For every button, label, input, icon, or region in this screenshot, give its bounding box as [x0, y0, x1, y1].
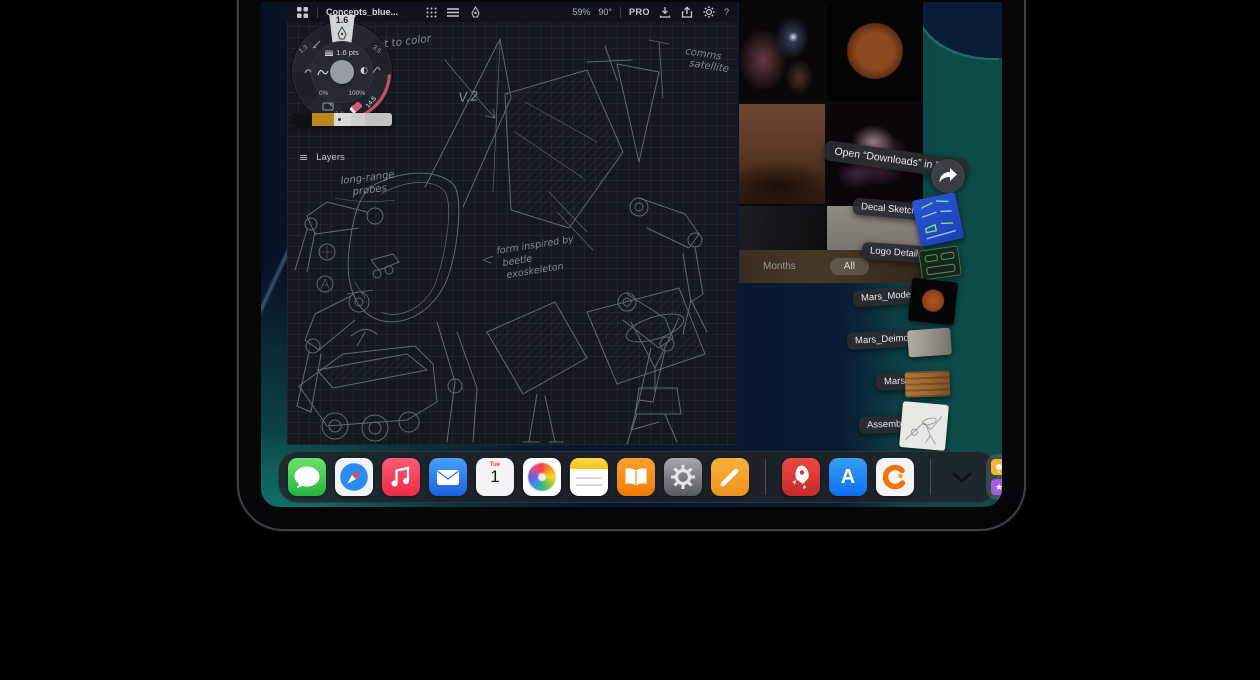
palette-selected-dot	[338, 118, 341, 121]
annotation-range-line2: probes	[351, 183, 387, 198]
segment-all-selected[interactable]: All	[830, 258, 869, 275]
palette-swatch-gold[interactable]	[312, 113, 334, 126]
drag-thumb-mars-model[interactable]	[908, 278, 958, 326]
drag-thumb-mars[interactable]	[905, 370, 951, 398]
palette-swatch-gray3[interactable]	[365, 113, 392, 126]
dock: Tue 1	[278, 451, 998, 503]
layers-stack-icon[interactable]	[446, 5, 460, 19]
import-icon[interactable]	[658, 5, 672, 19]
toolbar-divider	[317, 7, 318, 18]
annotation-form-line1: form inspired by	[496, 234, 575, 257]
concepts-toolbar: Concepts_blue... 59% 90° PRO	[287, 2, 737, 22]
concepts-app-panel: concept to color comms satellite V.2 lon…	[287, 2, 737, 445]
help-button[interactable]: ?	[724, 7, 729, 17]
dock-divider	[930, 459, 931, 495]
pro-badge[interactable]: PRO	[629, 7, 650, 17]
safari-compass-icon	[335, 458, 373, 496]
mini-star-icon: ★	[991, 479, 1002, 495]
ring-card-icon[interactable]	[322, 102, 334, 111]
palette-swatch-gray1[interactable]	[334, 113, 351, 126]
annotation-comms-line2: satellite	[689, 58, 730, 75]
wallpaper-horizon	[918, 2, 1002, 58]
color-palette-strip[interactable]	[292, 113, 392, 126]
books-open-book-icon	[617, 458, 655, 496]
ipad-frame: concept to color comms satellite V.2 lon…	[237, 0, 1026, 531]
photo-thumb-mars-planet[interactable]	[827, 2, 923, 102]
stroke-weight-icon	[325, 50, 333, 56]
dock-collapse-button[interactable]	[947, 458, 977, 496]
photo-thumb-mars-landscape[interactable]	[739, 104, 825, 204]
annotation-version: V.2	[458, 89, 479, 106]
dock-app-concepts[interactable]	[876, 458, 914, 496]
smoothing-icon[interactable]	[317, 67, 329, 77]
mini-lightbulb-icon	[991, 459, 1002, 475]
drag-thumb-assembly[interactable]	[899, 401, 949, 451]
opacity-max-label: 100%	[348, 90, 365, 97]
canvas-rotation[interactable]: 90°	[598, 7, 612, 17]
segment-months[interactable]: Months	[763, 261, 796, 272]
grid-settings-icon[interactable]	[424, 5, 438, 19]
forward-arrow-icon	[938, 167, 958, 185]
layers-panel-header[interactable]: ≡ Layers	[299, 152, 345, 163]
dock-app-books[interactable]	[617, 458, 655, 496]
layers-label: Layers	[316, 152, 345, 163]
contrast-icon[interactable]: ◐	[360, 66, 368, 76]
layers-menu-icon[interactable]: ≡	[299, 153, 308, 163]
mail-envelope-icon	[429, 458, 467, 496]
calendar-date-number: 1	[476, 468, 514, 486]
export-share-icon[interactable]	[680, 5, 694, 19]
drag-thumb-logo-sticker[interactable]	[918, 245, 962, 280]
photo-thumb-spacecraft[interactable]	[739, 206, 825, 250]
concepts-c-icon	[876, 458, 914, 496]
pen-tool-icon[interactable]	[468, 5, 482, 19]
rocket-icon	[782, 458, 820, 496]
dock-app-drawing[interactable]	[711, 458, 749, 496]
appstore-a-glyph: A	[841, 466, 855, 489]
wallpaper-streak	[261, 234, 288, 330]
drag-thumb-mars-deimos[interactable]	[907, 328, 952, 358]
dock-app-mail[interactable]	[429, 458, 467, 496]
pencil-icon	[711, 458, 749, 496]
dock-app-notes[interactable]	[570, 458, 608, 496]
palette-swatch-black[interactable]	[292, 113, 312, 126]
app-library-tile[interactable]: ★	[986, 454, 1002, 500]
share-forward-button[interactable]	[931, 159, 965, 193]
dock-app-rocket[interactable]	[782, 458, 820, 496]
music-note-icon	[382, 458, 420, 496]
dock-app-calendar[interactable]: Tue 1	[476, 458, 514, 496]
toolbar-divider	[620, 7, 621, 18]
dock-divider	[765, 459, 766, 495]
tool-wheel[interactable]: 1.6 1.3 3.5 6.8 14.5 1.6 pts	[292, 22, 392, 122]
photo-thumb-nebula[interactable]	[739, 2, 825, 102]
active-size-pts: 1.6 pts	[336, 48, 359, 57]
color-puck[interactable]	[330, 60, 354, 84]
ipad-screen: concept to color comms satellite V.2 lon…	[261, 2, 1002, 507]
tool-wheel-center[interactable]: 1.6 pts ◐ 0% 100%	[311, 41, 373, 103]
settings-gear-icon[interactable]	[702, 5, 716, 19]
chevron-down-icon	[951, 471, 973, 483]
dock-app-appstore[interactable]: A	[829, 458, 867, 496]
dock-app-messages[interactable]	[288, 458, 326, 496]
active-pen-icon	[336, 26, 348, 40]
app-menu-icon[interactable]	[295, 5, 309, 19]
palette-swatch-gray2[interactable]	[351, 113, 365, 126]
dock-app-settings[interactable]	[664, 458, 702, 496]
messages-bubble-icon	[288, 458, 326, 496]
notes-yellow-band	[570, 458, 608, 469]
dock-app-safari[interactable]	[335, 458, 373, 496]
opacity-min-label: 0%	[319, 90, 328, 97]
photos-flower-icon	[528, 463, 556, 491]
stage: concept to color comms satellite V.2 lon…	[0, 0, 1260, 680]
zoom-level[interactable]: 59%	[572, 7, 590, 17]
drag-thumb-decal-sticker[interactable]	[912, 192, 965, 247]
settings-gear-icon	[664, 458, 702, 496]
dock-app-photos[interactable]	[523, 458, 561, 496]
active-tool-size: 1.6	[336, 15, 349, 26]
dock-app-music[interactable]	[382, 458, 420, 496]
